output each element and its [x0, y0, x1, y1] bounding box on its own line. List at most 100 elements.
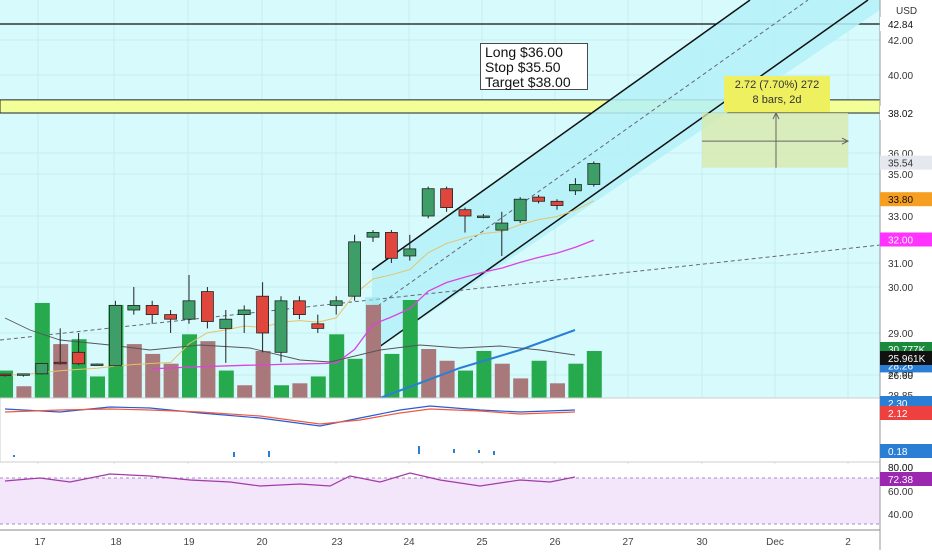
trading-chart[interactable]: 17 18 19 20 23 24 25 26 27 30 Dec 2 26.60 27.00 29.00 3… — [0, 0, 932, 550]
volume-bar — [310, 376, 326, 398]
candle-body — [421, 188, 435, 217]
volume-bar — [531, 360, 547, 398]
volume-bar — [90, 376, 105, 398]
candle-body — [53, 361, 67, 365]
macd-histogram-bar — [453, 449, 455, 453]
candle-body — [476, 215, 490, 218]
candle-body — [569, 184, 582, 192]
volume-bar — [402, 300, 418, 398]
rsi-band — [0, 478, 880, 524]
volume-bar — [347, 358, 363, 398]
volume-bar — [439, 360, 455, 398]
macd-tag-label: 2.12 — [888, 409, 908, 420]
trade-target-label: Target $38.00 — [485, 74, 571, 90]
candle-body — [274, 300, 288, 353]
macd-histogram-bar — [493, 451, 495, 455]
volume-bar — [237, 385, 253, 398]
y-tick-label: 33.00 — [888, 212, 913, 223]
measure-line2: 8 bars, 2d — [752, 94, 802, 106]
volume-bar — [421, 349, 437, 398]
macd-tag-label: 0.18 — [888, 447, 908, 458]
candle-body — [16, 373, 30, 376]
candle-body — [513, 198, 527, 222]
x-tick-label: 27 — [622, 537, 634, 548]
y-tick-label: 29.00 — [888, 329, 913, 340]
x-tick-label: 20 — [256, 537, 268, 548]
measure-label[interactable]: 2.72 (7.70%) 272 8 bars, 2d — [724, 76, 830, 112]
volume-bar — [163, 363, 179, 398]
candle-body — [127, 304, 141, 311]
volume-bar — [476, 350, 492, 398]
volume-bar — [329, 334, 345, 398]
candle-body — [219, 318, 233, 329]
y-tick-label: 42.00 — [888, 36, 913, 47]
candle-body — [587, 163, 601, 185]
candle-body — [329, 300, 343, 306]
macd-histogram-bar — [268, 451, 270, 457]
candle-body — [200, 291, 214, 322]
rsi-tick-label: 40.00 — [888, 510, 913, 521]
candle-body — [90, 363, 104, 366]
candle-body — [458, 209, 472, 217]
measure-line1: 2.72 (7.70%) 272 — [734, 79, 820, 91]
trade-note[interactable]: Long $36.00 Stop $35.50 Target $38.00 — [480, 43, 588, 90]
candle-body — [237, 309, 251, 315]
x-tick-label: Dec — [766, 537, 784, 548]
volume-bar — [34, 302, 50, 398]
price-tag-label: 42.84 — [888, 20, 913, 31]
y-tick-label: 31.00 — [888, 259, 913, 270]
candle-body — [35, 363, 49, 375]
candle-body — [440, 188, 454, 208]
currency-label: USD — [896, 6, 918, 17]
axis-extra-label: 26.60 — [888, 371, 913, 382]
candle-body — [550, 200, 564, 206]
candle-body — [532, 196, 545, 202]
candle-body — [256, 295, 270, 334]
x-tick-label: 19 — [183, 537, 195, 548]
x-tick-label: 25 — [476, 537, 488, 548]
price-tag-label: 38.02 — [888, 109, 913, 120]
volume-bar — [16, 386, 32, 398]
rsi-tag-label: 72.38 — [888, 475, 913, 486]
volume-bar — [550, 383, 565, 398]
volume-bar — [145, 353, 161, 398]
price-tag-label: 35.54 — [888, 159, 913, 170]
candle-body — [109, 304, 122, 367]
macd-histogram-bar — [418, 446, 420, 454]
trade-stop-label: Stop $35.50 — [485, 59, 561, 75]
candle-body — [182, 300, 196, 320]
measure-box — [702, 113, 848, 168]
volume-bar — [200, 341, 216, 398]
volume-bar — [568, 363, 584, 398]
candle-body — [164, 314, 178, 320]
candle-body — [145, 304, 159, 315]
x-tick-label: 2 — [845, 537, 851, 548]
volume-bar — [126, 344, 142, 398]
macd-histogram-bar — [233, 452, 235, 457]
volume-bar — [494, 363, 510, 398]
volume-bar — [218, 370, 234, 398]
volume-bar — [458, 370, 473, 398]
y-tick-label: 35.00 — [888, 170, 913, 181]
x-tick-label: 26 — [549, 537, 561, 548]
candle-body — [0, 373, 12, 377]
candle-body — [292, 300, 306, 315]
macd-histogram-bar — [13, 455, 15, 457]
candle-body — [403, 248, 417, 257]
candle-body — [495, 222, 509, 231]
rsi-tick-label: 60.00 — [888, 487, 913, 498]
trade-long-label: Long $36.00 — [485, 44, 563, 60]
candle-body — [348, 241, 362, 297]
x-tick-label: 24 — [403, 537, 415, 548]
y-tick-label: 40.00 — [888, 71, 913, 82]
x-tick-label: 18 — [110, 537, 122, 548]
volume-bar — [255, 350, 271, 398]
candle-body — [366, 232, 380, 238]
x-tick-label: 17 — [34, 537, 46, 548]
y-tick-label: 30.00 — [888, 283, 913, 294]
price-tag-label: 33.80 — [888, 195, 913, 206]
volume-bar — [274, 385, 289, 398]
candle-body — [311, 323, 325, 329]
volume-bar — [292, 383, 308, 398]
candle-body — [384, 232, 398, 259]
